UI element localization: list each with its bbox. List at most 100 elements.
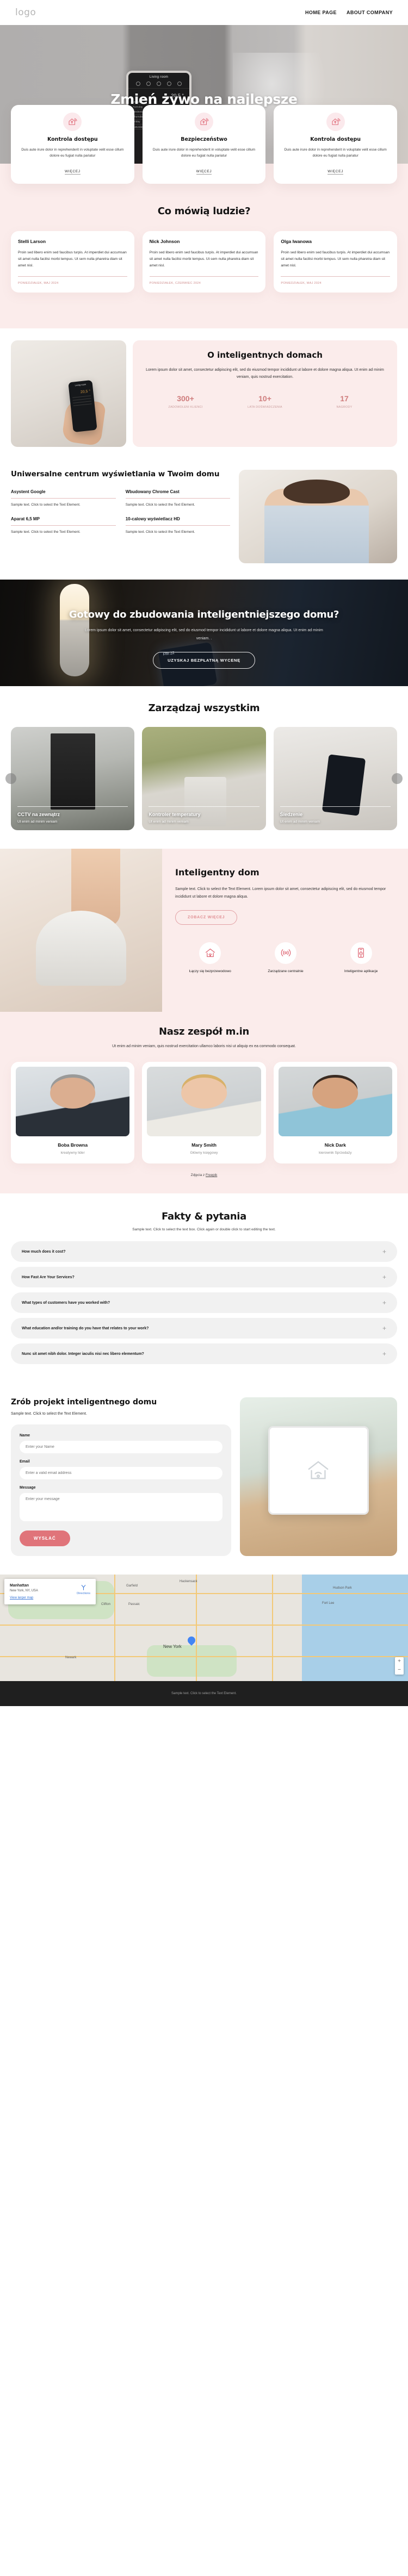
zoom-in-button[interactable]: + <box>395 1657 404 1666</box>
faq-question: Nunc sit amet nibh dolor. Integer iaculi… <box>22 1352 144 1356</box>
plus-icon[interactable]: + <box>382 1325 386 1331</box>
feature-card[interactable]: Kontrola dostępu Duis aute irure dolor i… <box>274 105 398 184</box>
universal-title: Uniwersalne centrum wyświetlania w Twoim… <box>11 470 220 479</box>
team-list: Boba Browna kreatywny lider Mary Smith G… <box>11 1062 397 1163</box>
testimonial-card: Olga Iwanowa Proin sed libero enim sed f… <box>274 231 398 293</box>
plus-icon[interactable]: + <box>382 1351 386 1357</box>
feature-more-link[interactable]: WIĘCEJ <box>196 170 212 175</box>
contact-image <box>239 1397 397 1557</box>
chevron-right-icon[interactable]: chevron-right-icon <box>392 773 403 785</box>
contact-subtitle: Sample text. Click to select the Text El… <box>11 1412 87 1416</box>
stats-row: 300+ ZADOWOLENI KLIENCI 10+ LATA DOŚWIAD… <box>146 394 384 410</box>
map-road <box>196 1575 197 1682</box>
feature-title: Kontrola dostępu <box>310 136 361 142</box>
main-navigation: HOME PAGE ABOUT COMPANY <box>305 10 393 15</box>
testimonial-author: Olga Iwanowa <box>281 238 312 244</box>
team-subtitle: Ut enim ad minim veniam, quis nostrud ex… <box>112 1044 296 1049</box>
team-member-name: Boba Browna <box>58 1142 88 1148</box>
map-directions-button[interactable]: Directions <box>77 1584 90 1595</box>
smart-icon-item: Łączy się bezprzewodowo <box>175 942 245 974</box>
nav-item-about-company[interactable]: ABOUT COMPANY <box>347 10 393 15</box>
team-section: Nasz zespół m.in Ut enim ad minim veniam… <box>0 1012 408 1193</box>
photo-credit: Zdjęcia z Freepik <box>11 1173 397 1177</box>
faq-accordion-item[interactable]: How much does it cost? + <box>11 1241 397 1262</box>
panel-power-icon <box>135 82 140 86</box>
smart-home-wifi-icon <box>195 113 213 131</box>
nav-item-home-page[interactable]: HOME PAGE <box>305 10 337 15</box>
contact-section: Zrób projekt inteligentnego domu Sample … <box>0 1387 408 1575</box>
faq-question: How much does it cost? <box>22 1249 66 1254</box>
portrait-head <box>50 1078 96 1109</box>
smart-icon-label: Łączy się bezprzewodowo <box>189 969 231 973</box>
universal-text-column: Uniwersalne centrum wyświetlania w Twoim… <box>11 470 231 563</box>
testimonial-author: Nick Johnson <box>149 238 180 244</box>
manage-card[interactable]: Śledzenie Ut enim ad minim veniam <box>273 727 397 831</box>
team-member-card: Boba Browna kreatywny lider <box>11 1062 135 1163</box>
map-section[interactable]: Garfield Hackensack Hudson Park Clifton … <box>0 1575 408 1682</box>
feature-text: Duis aute irure dolor in reprehenderit i… <box>284 148 387 158</box>
map-pin[interactable] <box>186 1634 197 1646</box>
faq-accordion-item[interactable]: How Fast Are Your Services? + <box>11 1267 397 1287</box>
cta-content: Gotowy do zbudowania inteligentniejszego… <box>0 580 408 669</box>
plus-icon[interactable]: + <box>382 1274 386 1280</box>
faq-accordion-item[interactable]: What education and/or training do you ha… <box>11 1318 397 1339</box>
message-textarea[interactable] <box>20 1493 222 1522</box>
spec-name: Aparat 6,5 MP <box>11 517 116 526</box>
plus-icon[interactable]: + <box>382 1248 386 1255</box>
view-larger-map-link[interactable]: View larger map <box>10 1596 38 1600</box>
home-wifi-icon <box>199 942 221 964</box>
cta-button[interactable]: UZYSKAJ BEZPŁATNĄ WYCENĘ <box>153 651 255 669</box>
feature-cards: Kontrola dostępu Duis aute irure dolor i… <box>0 105 408 198</box>
panel-heat-icon <box>146 82 151 86</box>
map-place-address: New York, NY, USA <box>10 1589 38 1593</box>
manage-card[interactable]: CCTV na zewnątrz Ut enim ad minim veniam <box>11 727 135 831</box>
manage-card-text: CCTV na zewnątrz Ut enim ad minim veniam <box>17 806 128 824</box>
manage-card[interactable]: Kontroler temperatury Ut enim ad minim v… <box>142 727 266 831</box>
directions-icon <box>81 1585 86 1591</box>
about-section: Living room 20,5 ° O inteligentnych doma… <box>0 328 408 462</box>
feature-more-link[interactable]: WIĘCEJ <box>327 170 344 175</box>
team-member-card: Mary Smith Główny księgowy <box>142 1062 266 1163</box>
manage-carousel: chevron-left-icon CCTV na zewnątrz Ut en… <box>0 727 408 831</box>
feature-more-link[interactable]: WIĘCEJ <box>64 170 81 175</box>
cta-title: Gotowy do zbudowania inteligentniejszego… <box>69 609 339 621</box>
faq-accordion-item[interactable]: Nunc sit amet nibh dolor. Integer iaculi… <box>11 1343 397 1364</box>
plus-icon[interactable]: + <box>382 1299 386 1306</box>
map-zoom-controls[interactable]: + − <box>395 1657 404 1675</box>
stat-label: ZADOWOLENI KLIENCI <box>168 405 203 409</box>
map-place-title: Manhattan <box>10 1584 29 1588</box>
smart-home-wifi-icon <box>326 113 345 131</box>
smart-speaker-image <box>35 911 127 986</box>
submit-button[interactable]: WYSŁAĆ <box>20 1530 70 1547</box>
feature-title: Bezpieczeństwo <box>181 136 227 142</box>
name-input[interactable] <box>20 1441 222 1454</box>
panel-screen-icon <box>177 82 182 86</box>
photo-credit-link[interactable]: Freepik <box>206 1173 217 1177</box>
faq-question: What types of customers have you worked … <box>22 1301 110 1305</box>
map-green-area <box>147 1645 237 1677</box>
smartphone-home-icon <box>350 942 372 964</box>
spec-item: Aparat 6,5 MP Sample text. Click to sele… <box>11 517 116 536</box>
avatar <box>16 1067 130 1136</box>
team-member-role: kierownik Sprzedaży <box>319 1151 352 1155</box>
see-more-button[interactable]: ZOBACZ WIĘCEJ <box>175 910 238 925</box>
testimonial-list: Stelli Larson Proin sed libero enim sed … <box>0 231 408 315</box>
feature-text: Duis aute irure dolor in reprehenderit i… <box>152 148 256 158</box>
chevron-left-icon[interactable]: chevron-left-icon <box>5 773 16 785</box>
map-info-card: Manhattan New York, NY, USA View larger … <box>4 1579 96 1605</box>
zoom-out-button[interactable]: − <box>395 1666 404 1675</box>
map-water <box>302 1575 408 1682</box>
feature-card[interactable]: Kontrola dostępu Duis aute irure dolor i… <box>11 105 134 184</box>
smart-icon-label: Zarządzane centralnie <box>268 969 304 973</box>
site-logo[interactable]: logo <box>15 7 36 18</box>
panel-room-label: Living room <box>149 76 169 79</box>
name-label: Name <box>20 1434 30 1438</box>
map-info-text: Manhattan New York, NY, USA View larger … <box>10 1584 38 1600</box>
manage-card-subtitle: Ut enim ad minim veniam <box>149 820 189 824</box>
email-input[interactable] <box>20 1467 222 1480</box>
faq-accordion-item[interactable]: What types of customers have you worked … <box>11 1292 397 1313</box>
testimonial-author: Stelli Larson <box>18 238 46 244</box>
feature-card[interactable]: Bezpieczeństwo Duis aute irure dolor in … <box>142 105 266 184</box>
feature-title: Kontrola dostępu <box>47 136 98 142</box>
spec-text: Sample text. Click to select the Text El… <box>11 530 81 534</box>
